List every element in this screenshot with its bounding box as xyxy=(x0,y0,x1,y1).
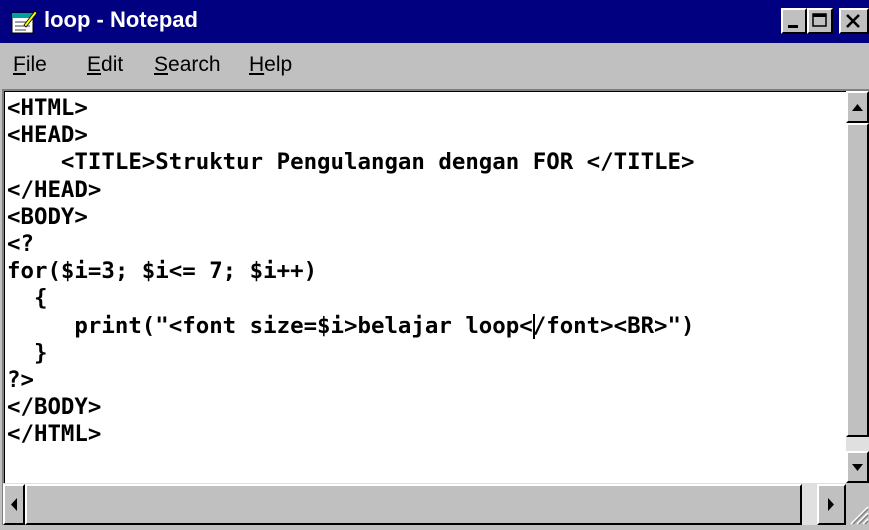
code-text[interactable]: <HTML> <HEAD> <TITLE>Struktur Pengulangan… xyxy=(7,95,695,449)
title-bar[interactable]: loop - Notepad xyxy=(0,0,869,43)
text-editor[interactable]: <HTML> <HEAD> <TITLE>Struktur Pengulangan… xyxy=(2,89,869,525)
maximize-icon xyxy=(812,13,827,27)
notepad-window: loop - Notepad File Edit Search Help <HT… xyxy=(0,0,869,525)
minimize-icon xyxy=(788,25,798,28)
menu-help[interactable]: Help xyxy=(249,52,292,78)
text-caret xyxy=(532,313,535,339)
arrow-up-icon xyxy=(852,104,863,111)
code-line: print("<font size=$i>belajar loop</font>… xyxy=(7,312,695,339)
scroll-up-button[interactable] xyxy=(846,91,869,123)
vertical-scrollbar[interactable] xyxy=(846,91,869,483)
resize-grip-icon xyxy=(850,506,869,525)
scroll-right-button[interactable] xyxy=(817,484,846,525)
code-line: for($i=3; $i<= 7; $i++) xyxy=(7,258,318,285)
maximize-button[interactable] xyxy=(807,8,833,34)
menu-edit[interactable]: Edit xyxy=(87,52,123,78)
close-icon xyxy=(846,14,860,28)
arrow-right-icon xyxy=(828,498,834,511)
horizontal-scroll-thumb[interactable] xyxy=(25,484,802,525)
notepad-icon[interactable] xyxy=(10,8,37,35)
close-button[interactable] xyxy=(839,8,869,34)
scroll-down-button[interactable] xyxy=(846,451,869,483)
code-line: </HTML> xyxy=(7,421,102,448)
code-line: <HEAD> xyxy=(7,122,88,149)
resize-grip[interactable] xyxy=(846,483,869,525)
scroll-left-button[interactable] xyxy=(3,484,25,525)
arrow-left-icon xyxy=(11,498,17,511)
minimize-button[interactable] xyxy=(781,8,807,34)
code-line: <BODY> xyxy=(7,203,88,230)
code-line: <HTML> xyxy=(7,95,88,121)
code-line: { xyxy=(7,285,48,312)
horizontal-scrollbar[interactable] xyxy=(3,483,846,525)
window-title: loop - Notepad xyxy=(44,7,198,32)
menu-search[interactable]: Search xyxy=(154,52,221,78)
code-line: <? xyxy=(7,231,34,258)
code-line: <TITLE>Struktur Pengulangan dengan FOR <… xyxy=(7,149,695,176)
menu-bar: File Edit Search Help xyxy=(0,43,869,87)
vertical-scroll-thumb[interactable] xyxy=(846,123,869,437)
arrow-down-icon xyxy=(852,464,863,471)
menu-file[interactable]: File xyxy=(13,52,47,78)
code-line: </BODY> xyxy=(7,394,102,421)
code-line: </HEAD> xyxy=(7,176,102,203)
code-line: ?> xyxy=(7,367,34,394)
code-line: } xyxy=(7,339,48,366)
